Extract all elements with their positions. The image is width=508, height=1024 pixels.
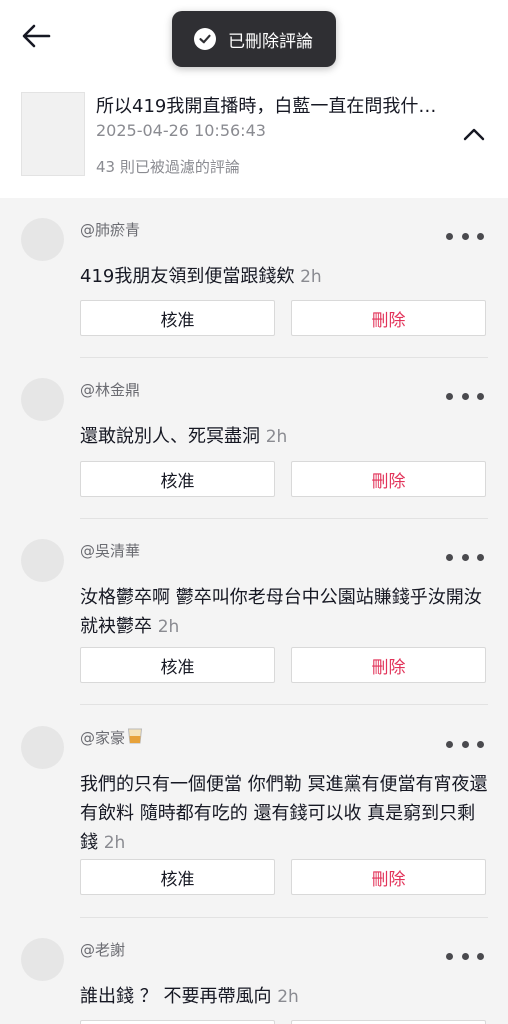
comment-text: 419我朋友領到便當跟錢欸 2h bbox=[80, 266, 322, 287]
check-circle-icon bbox=[194, 28, 216, 50]
comment-time: 2h bbox=[277, 987, 299, 1007]
comment-username[interactable]: @林金鼎 bbox=[80, 379, 140, 400]
chevron-up-icon bbox=[463, 128, 485, 141]
divider bbox=[80, 518, 488, 519]
video-timestamp: 2025-04-26 10:56:43 bbox=[96, 121, 266, 140]
more-dots-icon bbox=[446, 740, 453, 748]
comment-time: 2h bbox=[103, 833, 126, 853]
avatar[interactable] bbox=[21, 726, 64, 769]
more-options-button[interactable] bbox=[446, 551, 484, 563]
comment-time: 2h bbox=[300, 267, 322, 287]
divider bbox=[80, 357, 488, 358]
whiskey-glass-icon bbox=[127, 728, 143, 744]
divider bbox=[80, 917, 488, 918]
avatar[interactable] bbox=[21, 938, 64, 981]
video-thumbnail[interactable] bbox=[21, 92, 85, 176]
more-dots-icon bbox=[446, 553, 453, 561]
avatar[interactable] bbox=[21, 539, 64, 582]
more-dots-icon bbox=[446, 392, 453, 400]
approve-button[interactable]: 核准 bbox=[80, 461, 275, 497]
toast-message: 已刪除評論 bbox=[228, 31, 313, 52]
more-options-button[interactable] bbox=[446, 230, 484, 242]
avatar[interactable] bbox=[21, 218, 64, 261]
comment-username[interactable]: @老謝 bbox=[80, 939, 125, 960]
comment-text: 還敢說別人、死冥盡洞 2h bbox=[80, 426, 288, 447]
more-dots-icon bbox=[446, 232, 453, 240]
approve-button[interactable]: 核准 bbox=[80, 647, 275, 683]
comment-username[interactable]: @肺瘀青 bbox=[80, 219, 140, 240]
approve-button[interactable]: 核准 bbox=[80, 859, 275, 895]
video-caption: 所以419我開直播時，白藍一直在問我什… bbox=[96, 96, 437, 117]
comment-text: 我們的只有一個便當 你們勒 冥進黨有便當有宵夜還有飲料 隨時都有吃的 還有錢可以… bbox=[80, 774, 488, 853]
more-options-button[interactable] bbox=[446, 390, 484, 402]
delete-button[interactable]: 刪除 bbox=[291, 300, 486, 336]
delete-button[interactable]: 刪除 bbox=[291, 647, 486, 683]
filtered-comments-count: 43 則已被過濾的評論 bbox=[96, 158, 240, 176]
avatar[interactable] bbox=[21, 378, 64, 421]
more-dots-icon bbox=[446, 952, 453, 960]
comment-time: 2h bbox=[157, 617, 180, 637]
comment-username: @家豪 bbox=[80, 727, 143, 748]
collapse-button[interactable] bbox=[460, 122, 488, 146]
approve-button[interactable]: 核准 bbox=[80, 1020, 275, 1024]
comment-text: 誰出錢 ？ 不要再帶風向 2h bbox=[80, 986, 299, 1007]
more-options-button[interactable] bbox=[446, 950, 484, 962]
comment-username[interactable]: @吳清華 bbox=[80, 540, 140, 561]
divider bbox=[80, 704, 488, 705]
comment-time: 2h bbox=[265, 427, 288, 447]
comment-text: 汝格鬱卒啊 鬱卒叫你老母台中公園站賺錢乎汝開汝就袂鬱卒 2h bbox=[80, 587, 482, 637]
more-options-button[interactable] bbox=[446, 738, 484, 750]
delete-button[interactable]: 刪除 bbox=[291, 1020, 486, 1024]
approve-button[interactable]: 核准 bbox=[80, 300, 275, 336]
delete-button[interactable]: 刪除 bbox=[291, 461, 486, 497]
toast-notification: 已刪除評論 bbox=[172, 11, 336, 67]
delete-button[interactable]: 刪除 bbox=[291, 859, 486, 895]
video-summary-card: 所以419我開直播時，白藍一直在問我什… 2025-04-26 10:56:43… bbox=[0, 70, 508, 198]
